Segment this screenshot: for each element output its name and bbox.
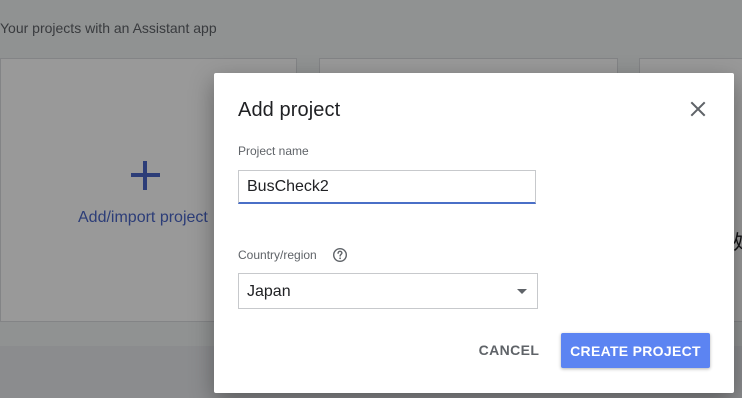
dropdown-arrow-icon xyxy=(517,289,527,294)
close-icon[interactable] xyxy=(687,98,709,120)
dialog-title: Add project xyxy=(238,99,341,121)
country-selected-value: Japan xyxy=(247,283,291,300)
cancel-button[interactable]: CANCEL xyxy=(468,337,550,363)
help-circle-icon[interactable] xyxy=(332,247,348,263)
country-region-select[interactable]: Japan xyxy=(238,273,538,309)
country-region-label: Country/region xyxy=(238,248,317,262)
create-project-button[interactable]: CREATE PROJECT xyxy=(561,333,710,368)
project-name-input[interactable] xyxy=(238,170,536,204)
add-project-dialog: Add project Project name Country/region … xyxy=(214,73,734,393)
project-name-label: Project name xyxy=(238,144,309,158)
